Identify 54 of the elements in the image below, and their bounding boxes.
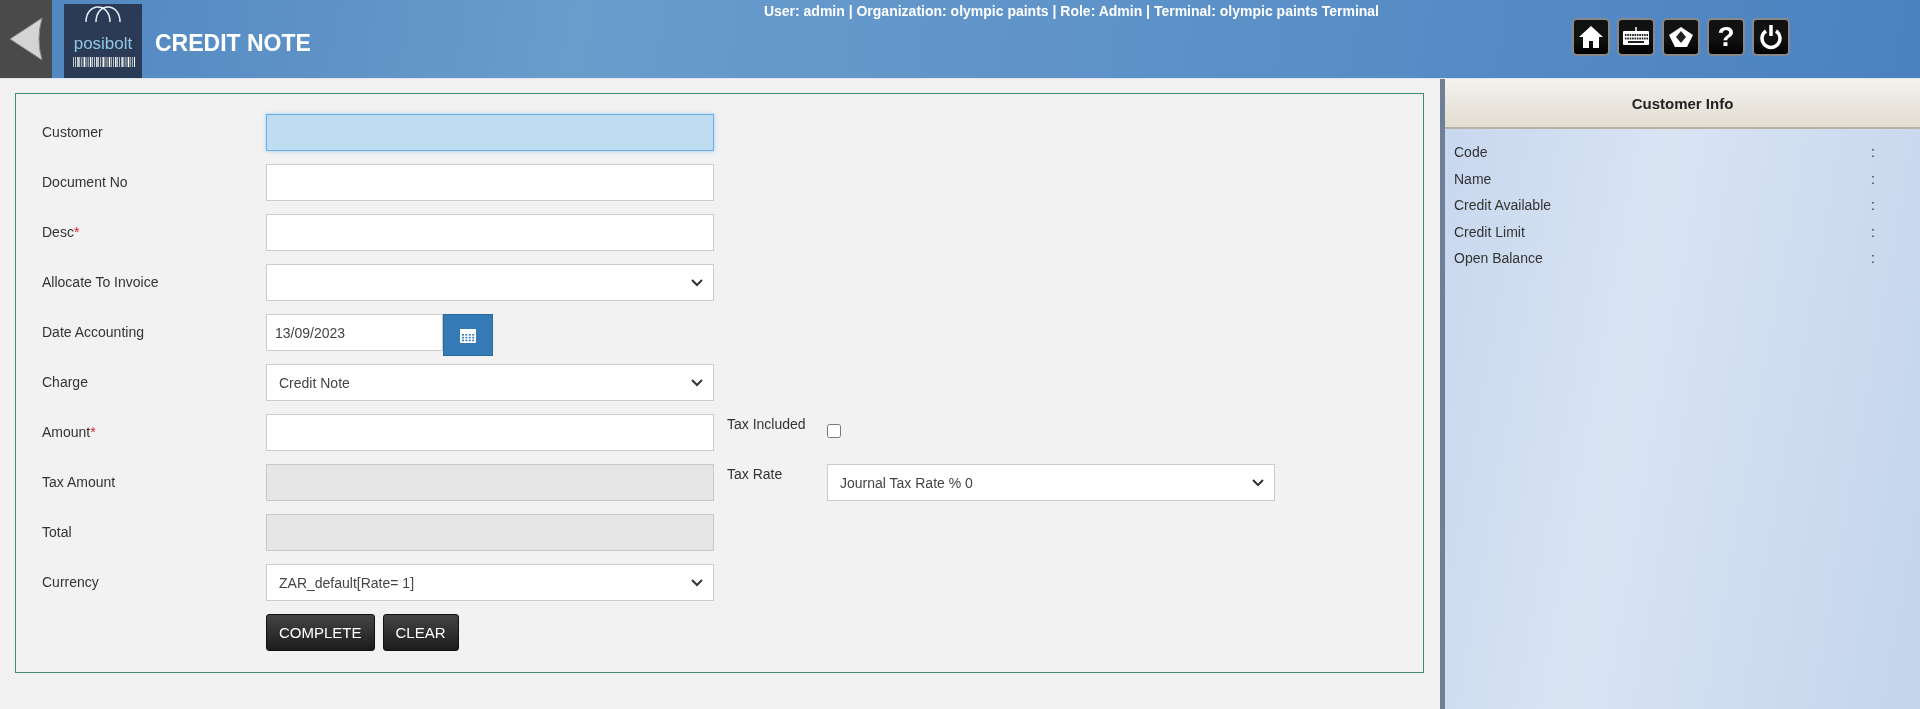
keyboard-icon xyxy=(1622,26,1650,48)
field-label: Document No xyxy=(42,173,129,190)
text-field[interactable] xyxy=(266,214,714,251)
power-button[interactable] xyxy=(1752,18,1790,56)
complete-button[interactable]: COMPLETE xyxy=(266,614,375,651)
home-button[interactable] xyxy=(1572,18,1610,56)
logo-text: posibolt xyxy=(73,34,133,54)
text-field[interactable] xyxy=(266,114,714,151)
field-label: Total xyxy=(42,523,73,540)
text-field[interactable] xyxy=(266,414,714,451)
field-label: Date Accounting xyxy=(42,323,145,340)
clear-button[interactable]: CLEAR xyxy=(382,614,459,651)
toolbar-button[interactable] xyxy=(1662,18,1700,56)
info-label: Open Balance xyxy=(1454,250,1544,267)
checkbox[interactable] xyxy=(827,424,841,438)
dropdown-field[interactable] xyxy=(266,264,714,301)
back-button[interactable] xyxy=(0,0,52,78)
text-field[interactable] xyxy=(266,164,714,201)
date-field[interactable]: 13/09/2023 xyxy=(266,314,443,351)
gem-icon xyxy=(1667,25,1695,49)
power-icon xyxy=(1758,24,1784,50)
info-separator: : xyxy=(1871,170,1875,187)
chevron-icon xyxy=(691,278,703,287)
info-separator: : xyxy=(1871,223,1875,240)
field-label: Customer xyxy=(42,123,104,140)
dropdown-field[interactable]: ZAR_default[Rate= 1] xyxy=(266,564,714,601)
barcode-icon xyxy=(71,57,135,67)
info-separator: : xyxy=(1871,197,1875,214)
field-label: Amount* xyxy=(42,423,97,440)
calendar-button[interactable] xyxy=(443,314,493,356)
keyboard-button[interactable] xyxy=(1617,18,1655,56)
help-button[interactable]: ? xyxy=(1707,18,1745,56)
page-title: CREDIT NOTE xyxy=(155,29,311,57)
info-label: Credit Limit xyxy=(1454,223,1526,240)
panel-title: Customer Info xyxy=(1445,79,1920,129)
home-icon xyxy=(1578,24,1604,50)
info-label: Code xyxy=(1454,144,1489,161)
field-label: Currency xyxy=(42,573,100,590)
calendar-icon xyxy=(459,326,477,344)
field-label: Tax Amount xyxy=(42,473,117,490)
field-label: Charge xyxy=(42,373,89,390)
info-label: Credit Available xyxy=(1454,197,1553,214)
info-separator: : xyxy=(1871,144,1875,161)
field-label: Allocate To Invoice xyxy=(42,273,160,290)
dropdown-field[interactable]: Credit Note xyxy=(266,364,714,401)
chevron-icon xyxy=(691,378,703,387)
info-label: Name xyxy=(1454,170,1493,187)
chevron-icon xyxy=(691,578,703,587)
session-info: User: admin | Organization: olympic paints | Role: Admin | Terminal: olympic paints Terminal xyxy=(763,3,1379,21)
field-label: Desc* xyxy=(42,223,81,240)
chevron-icon xyxy=(1252,478,1264,487)
field-label: Tax Included xyxy=(726,415,807,432)
field-label: Tax Rate xyxy=(726,465,784,482)
info-separator: : xyxy=(1871,250,1875,267)
